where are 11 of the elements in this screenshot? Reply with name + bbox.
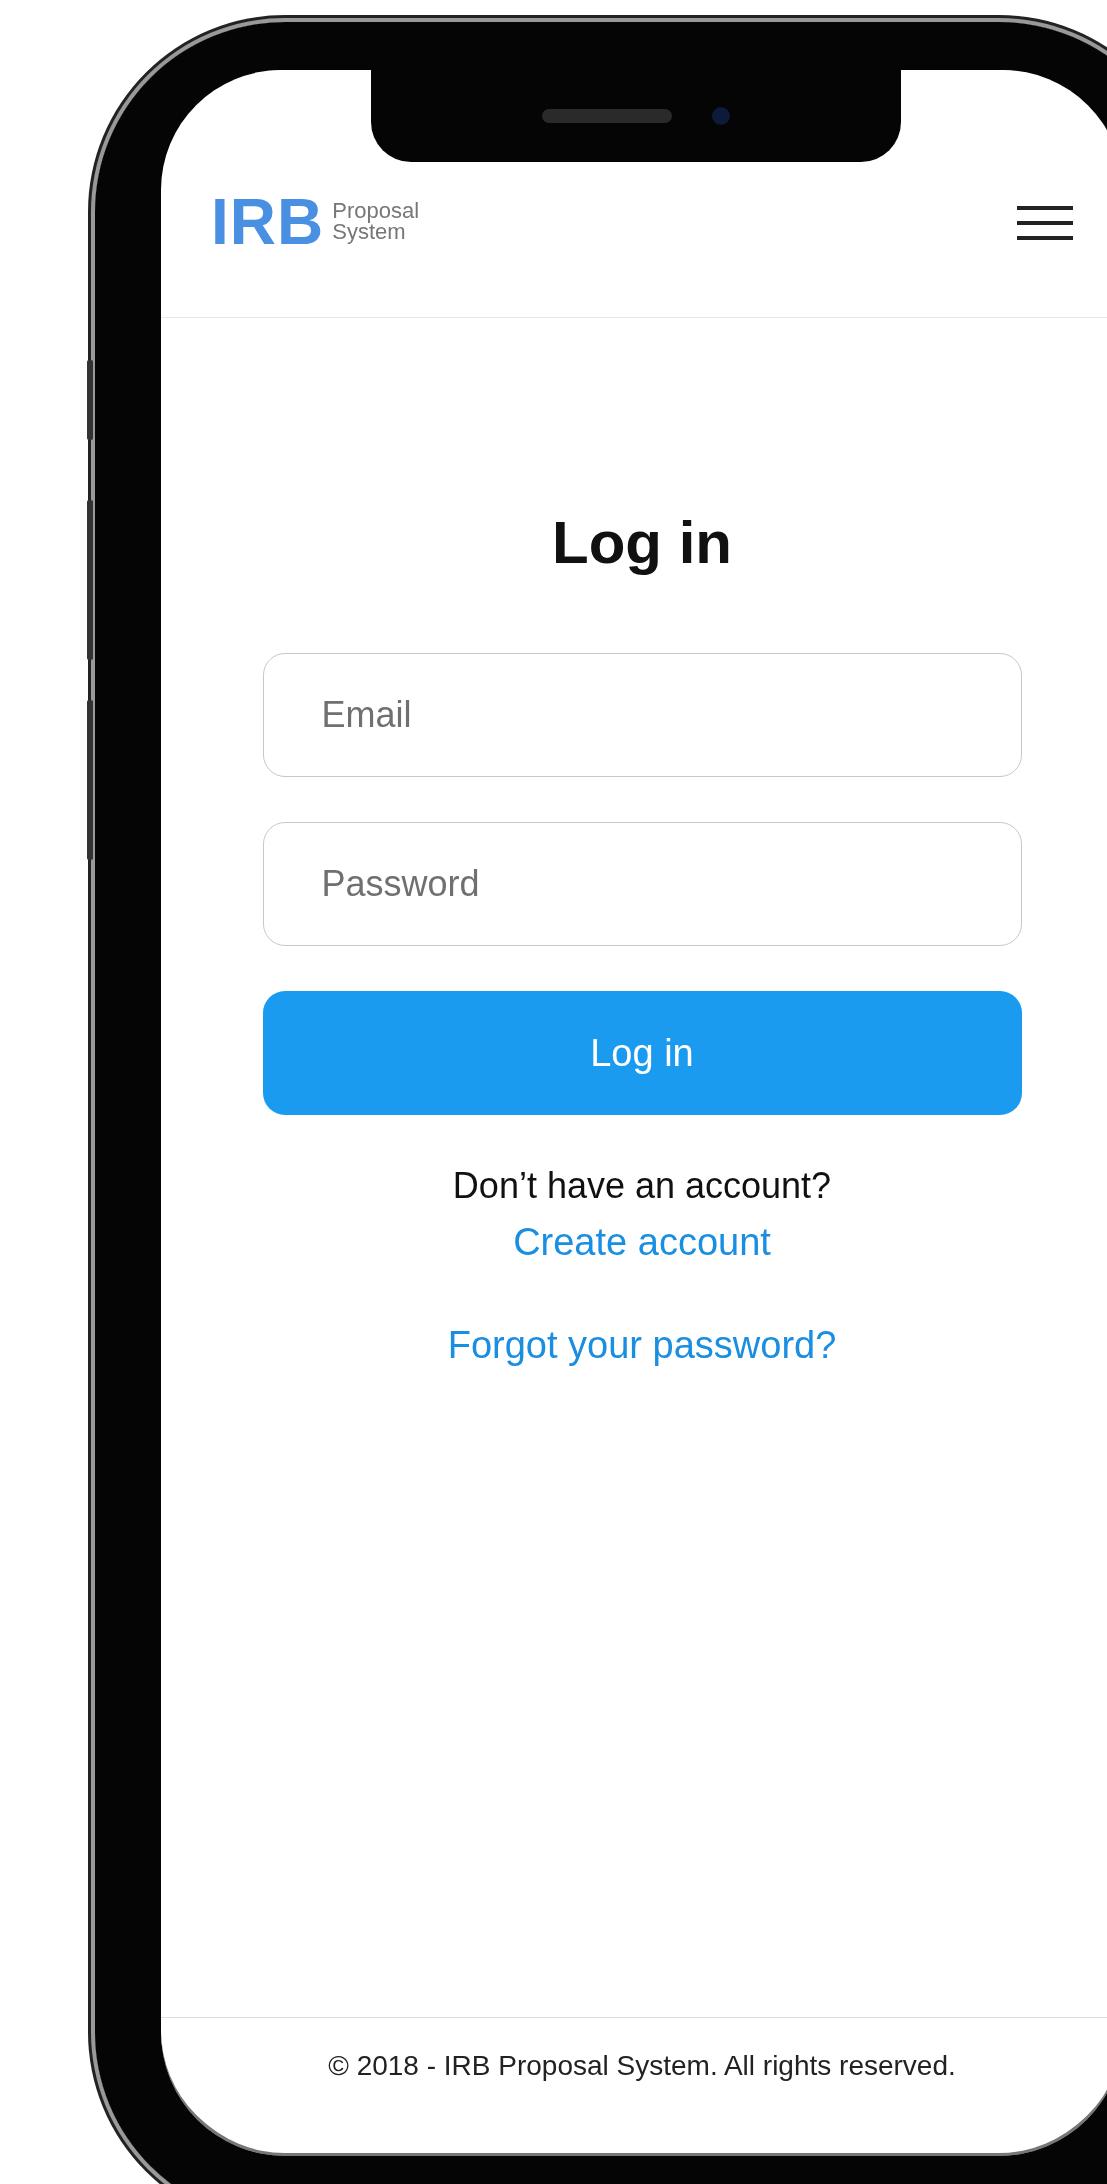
login-button[interactable]: Log in — [262, 991, 1022, 1115]
signup-prompt: Don’t have an account? — [452, 1165, 832, 1207]
page-title: Log in — [552, 513, 732, 573]
menu-icon[interactable] — [1017, 206, 1073, 240]
logo-subtitle: Proposal System — [332, 201, 420, 243]
footer-text: © 2018 - IRB Proposal System. All rights reserved. — [328, 2050, 956, 2083]
logo-mark: IRB — [211, 190, 325, 254]
password-field[interactable]: Password — [262, 822, 1022, 946]
forgot-password-link[interactable]: Forgot your password? — [447, 1324, 837, 1367]
email-field[interactable]: Email — [262, 653, 1022, 777]
create-account-link[interactable]: Create account — [513, 1221, 771, 1264]
